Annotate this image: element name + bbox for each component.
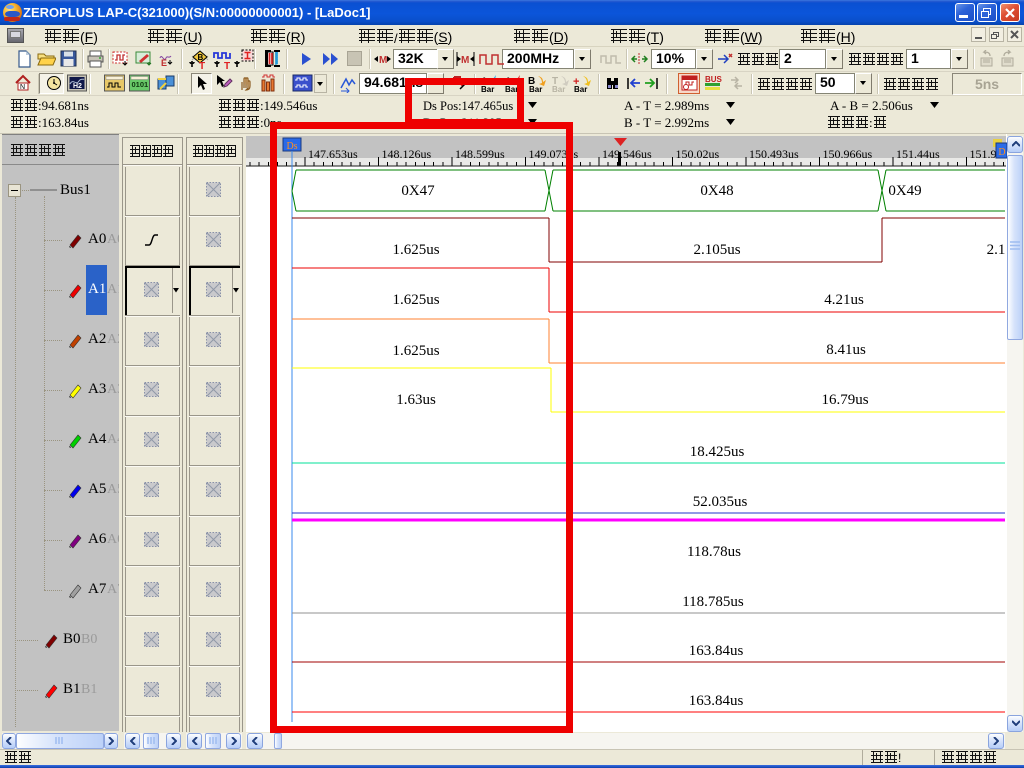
svg-text:4.21us: 4.21us [824,292,864,308]
svg-text:0X49: 0X49 [888,183,921,199]
svg-text:N: N [20,84,25,91]
svg-text:16.79us: 16.79us [821,392,868,408]
svg-text:T: T [224,61,230,69]
svg-text:E: E [161,58,167,68]
svg-text:0101: 0101 [132,80,149,89]
svg-text:2.1: 2.1 [987,242,1006,258]
svg-text:0X48: 0X48 [700,183,733,199]
svg-text:B: B [528,76,535,86]
svg-text:163.84us: 163.84us [689,643,744,659]
svg-text:163.84us: 163.84us [689,693,744,709]
svg-text:8.41us: 8.41us [826,342,866,358]
svg-text:M: M [379,55,387,66]
svg-text:+: + [573,76,579,86]
svg-text:18.425us: 18.425us [690,444,745,460]
svg-text:M: M [461,55,469,66]
svg-text:52.035us: 52.035us [693,494,748,510]
svg-text:2.105us: 2.105us [693,242,740,258]
svg-text:149.546us: 149.546us [602,147,652,161]
svg-text:BUS: BUS [705,75,723,84]
svg-text:H2: H2 [73,83,82,90]
svg-text:D: D [998,147,1005,158]
svg-text:150.02us: 150.02us [676,147,720,161]
svg-text:150.966us: 150.966us [823,147,873,161]
svg-text:151.44us: 151.44us [896,147,940,161]
svg-text:T: T [552,76,558,86]
svg-text:118.78us: 118.78us [687,544,741,560]
svg-text:150.493us: 150.493us [749,147,799,161]
svg-text:118.785us: 118.785us [682,594,744,610]
svg-text:T: T [199,61,205,69]
